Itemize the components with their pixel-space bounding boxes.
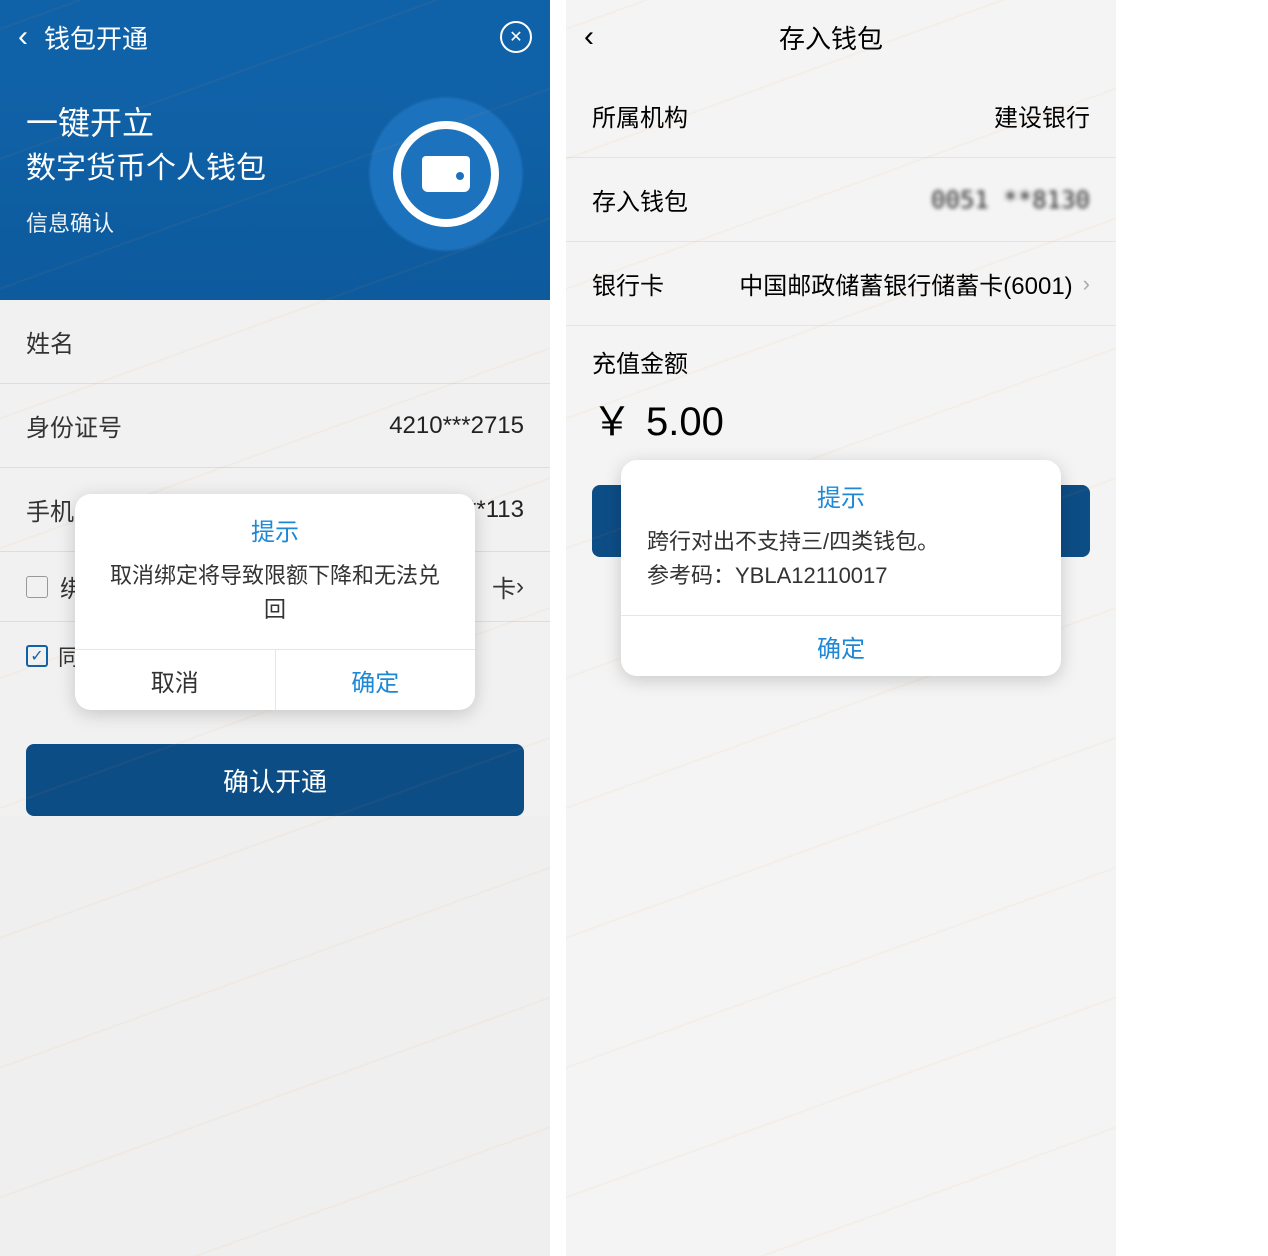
dialog-ok-button[interactable]: 确定	[621, 616, 1061, 676]
dialog-body-line1: 跨行对出不支持三/四类钱包。	[647, 525, 1035, 559]
checkbox-agree[interactable]: ✓	[26, 645, 48, 667]
confirm-open-label: 确认开通	[223, 762, 327, 799]
checkbox-bind-card[interactable]	[26, 576, 48, 598]
dialog-title: 提示	[621, 460, 1061, 525]
confirm-open-button[interactable]: 确认开通	[26, 744, 524, 816]
wallet-icon	[393, 121, 499, 227]
dialog-body: 跨行对出不支持三/四类钱包。 参考码：YBLA12110017	[621, 525, 1061, 615]
row-card[interactable]: 银行卡 中国邮政储蓄银行储蓄卡(6001) ›	[566, 242, 1116, 326]
label-org: 所属机构	[592, 98, 994, 133]
value-org: 建设银行	[994, 98, 1090, 133]
value-wallet: 0051 **8130	[931, 186, 1090, 214]
dialog-error: 提示 跨行对出不支持三/四类钱包。 参考码：YBLA12110017 确定	[621, 460, 1061, 676]
dialog-ok-label: 确定	[817, 629, 865, 664]
amount-currency: ￥	[592, 389, 632, 447]
back-icon[interactable]: ‹	[584, 20, 594, 54]
dialog-cancel-label: 取消	[151, 663, 199, 698]
row-org[interactable]: 所属机构 建设银行	[566, 74, 1116, 158]
wallet-badge	[368, 96, 524, 252]
row-id[interactable]: 身份证号 4210***2715	[0, 384, 550, 468]
chevron-right-icon: ›	[516, 573, 524, 601]
label-card-suffix: 卡	[492, 569, 516, 604]
close-icon[interactable]: ✕	[500, 21, 532, 53]
page-title: 钱包开通	[44, 19, 500, 56]
dialog-actions: 取消 确定	[75, 649, 475, 710]
dialog-cancel-button[interactable]: 取消	[75, 650, 275, 710]
label-card: 银行卡	[592, 266, 739, 301]
topbar: ‹ 钱包开通 ✕	[0, 0, 550, 74]
chevron-right-icon: ›	[1083, 271, 1090, 297]
label-wallet: 存入钱包	[592, 182, 931, 217]
dialog-unbind-warning: 提示 取消绑定将导致限额下降和无法兑回 取消 确定	[75, 494, 475, 710]
topbar: ‹ 存入钱包	[566, 0, 1116, 74]
screen-deposit: ‹ 存入钱包 所属机构 建设银行 存入钱包 0051 **8130 银行卡 中国…	[566, 0, 1116, 1256]
label-amount: 充值金额	[566, 326, 1116, 389]
value-id: 4210***2715	[389, 412, 524, 440]
label-id: 身份证号	[26, 408, 389, 443]
hero-banner: 一键开立 数字货币个人钱包 信息确认	[0, 74, 550, 300]
dialog-body: 取消绑定将导致限额下降和无法兑回	[75, 559, 475, 649]
dialog-ok-label: 确定	[351, 663, 399, 698]
page-title: 存入钱包	[594, 19, 1068, 56]
screen-wallet-open: ‹ 钱包开通 ✕ 一键开立 数字货币个人钱包 信息确认 姓名	[0, 0, 550, 1256]
dialog-ok-button[interactable]: 确定	[275, 650, 476, 710]
row-name[interactable]: 姓名	[0, 300, 550, 384]
dialog-body-line2: 参考码：YBLA12110017	[647, 559, 1035, 593]
dialog-actions: 确定	[621, 615, 1061, 676]
label-name: 姓名	[26, 324, 524, 359]
back-icon[interactable]: ‹	[18, 20, 28, 54]
amount-value: 5.00	[646, 400, 724, 445]
value-card: 中国邮政储蓄银行储蓄卡(6001)	[739, 266, 1072, 301]
row-wallet[interactable]: 存入钱包 0051 **8130	[566, 158, 1116, 242]
dialog-title: 提示	[75, 494, 475, 559]
